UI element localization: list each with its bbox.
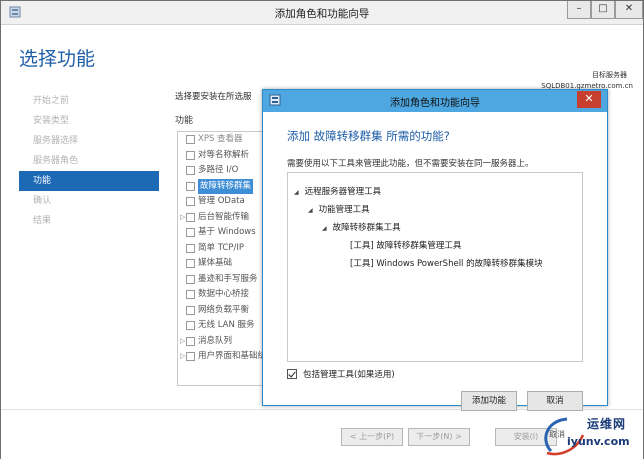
tree-leaf[interactable]: [工具] 故障转移群集管理工具 bbox=[350, 239, 461, 251]
feature-checkbox[interactable] bbox=[186, 321, 195, 330]
add-features-button[interactable]: 添加功能 bbox=[461, 391, 517, 411]
feature-checkbox[interactable] bbox=[186, 197, 195, 206]
nav-item[interactable]: 确认 bbox=[19, 191, 159, 211]
feature-checkbox[interactable] bbox=[186, 181, 195, 191]
feature-label: 数据中心桥接 bbox=[198, 289, 250, 299]
collapse-triangle-icon[interactable]: ◢ bbox=[322, 225, 327, 232]
feature-label: 管理 OData bbox=[198, 196, 245, 206]
expand-arrow-icon[interactable]: ▷ bbox=[180, 349, 185, 365]
nav-item[interactable]: 服务器角色 bbox=[19, 151, 159, 171]
dialog-heading: 添加 故障转移群集 所需的功能? bbox=[287, 129, 450, 143]
nav-item[interactable]: 结果 bbox=[19, 211, 159, 231]
feature-row[interactable]: ▷ 后台智能传输 bbox=[178, 210, 268, 226]
feature-label: 故障转移群集 bbox=[198, 178, 254, 194]
feature-row[interactable]: ▷ 用户界面和基础结构 bbox=[178, 349, 268, 365]
watermark-bottom-text: iyunv.com bbox=[567, 435, 630, 448]
feature-checkbox[interactable] bbox=[186, 135, 195, 144]
feature-label: 媒体基础 bbox=[198, 258, 233, 268]
minimize-button[interactable]: – bbox=[567, 1, 591, 19]
feature-row[interactable]: 网络负载平衡 bbox=[178, 303, 268, 319]
nav-item[interactable]: 服务器选择 bbox=[19, 131, 159, 151]
feature-row[interactable]: 墨迹和手写服务 bbox=[178, 272, 268, 288]
feature-row[interactable]: 简单 TCP/IP bbox=[178, 241, 268, 257]
feature-checkbox[interactable] bbox=[186, 166, 195, 175]
feature-label: XPS 查看器 bbox=[198, 134, 243, 144]
previous-button[interactable]: < 上一步(P) bbox=[341, 428, 403, 446]
feature-checkbox[interactable] bbox=[186, 212, 195, 222]
include-management-tools-label: 包括管理工具(如果适用) bbox=[303, 370, 395, 380]
page-title: 选择功能 bbox=[19, 48, 96, 70]
nav-item[interactable]: 开始之前 bbox=[19, 91, 159, 111]
feature-checkbox[interactable] bbox=[186, 274, 195, 284]
feature-label: 简单 TCP/IP bbox=[198, 242, 244, 253]
feature-list[interactable]: XPS 查看器 对等名称解析 多路径 I/O 故障转移群集管理 OData ▷ 后台智能传… bbox=[177, 131, 269, 386]
feature-label: 消息队列 bbox=[198, 335, 233, 346]
feature-checkbox[interactable] bbox=[186, 228, 195, 237]
dialog-description: 需要使用以下工具来管理此功能，但不需要安装在同一服务器上。 bbox=[287, 159, 534, 169]
feature-checkbox[interactable] bbox=[186, 305, 195, 315]
feature-label: 后台智能传输 bbox=[198, 211, 250, 222]
feature-label: 用户界面和基础结构 bbox=[198, 351, 269, 361]
feature-label: 对等名称解析 bbox=[198, 149, 250, 160]
dialog-body: 添加 故障转移群集 所需的功能? 需要使用以下工具来管理此功能，但不需要安装在同… bbox=[263, 112, 607, 411]
feature-row[interactable]: 多路径 I/O bbox=[178, 163, 268, 179]
watermark-top-text: 运维网 bbox=[587, 417, 627, 431]
tree-node[interactable]: ◢ 远程服务器管理工具 bbox=[294, 185, 381, 197]
wizard-title: 添加角色和功能向导 bbox=[274, 8, 370, 20]
feature-row[interactable]: XPS 查看器 bbox=[178, 132, 268, 148]
checkbox-checked-icon[interactable] bbox=[287, 369, 297, 379]
maximize-button[interactable]: □ bbox=[591, 1, 615, 19]
add-features-dialog: 添加角色和功能向导 ✕ 添加 故障转移群集 所需的功能? 需要使用以下工具来管理… bbox=[262, 89, 608, 411]
content-hint: 选择要安装在所选服 bbox=[175, 92, 252, 102]
feature-row[interactable]: 管理 OData bbox=[178, 194, 268, 210]
destination-server-label: 目标服务器 bbox=[592, 71, 627, 79]
tree-node[interactable]: ◢ 故障转移群集工具 bbox=[322, 221, 401, 233]
dialog-close-button[interactable]: ✕ bbox=[577, 91, 601, 108]
expand-arrow-icon[interactable]: ▷ bbox=[180, 210, 185, 226]
feature-checkbox[interactable] bbox=[186, 150, 195, 160]
feature-label: 墨迹和手写服务 bbox=[198, 273, 258, 284]
feature-row[interactable]: ▷ 消息队列 bbox=[178, 334, 268, 350]
nav-item[interactable]: 功能 bbox=[19, 171, 159, 191]
collapse-triangle-icon[interactable]: ◢ bbox=[294, 189, 299, 196]
feature-label: 多路径 I/O bbox=[198, 165, 239, 175]
collapse-triangle-icon[interactable]: ◢ bbox=[308, 207, 313, 214]
nav-item[interactable]: 安装类型 bbox=[19, 111, 159, 131]
feature-row[interactable]: 媒体基础 bbox=[178, 256, 268, 272]
expand-arrow-icon[interactable]: ▷ bbox=[180, 334, 185, 350]
feature-label: 基于 Windows bbox=[198, 227, 256, 237]
dialog-title: 添加角色和功能向导 bbox=[390, 98, 480, 109]
close-button[interactable]: ✕ bbox=[615, 1, 643, 19]
next-button[interactable]: 下一步(N) > bbox=[408, 428, 470, 446]
feature-label: 无线 LAN 服务 bbox=[198, 320, 255, 330]
wizard-titlebar: 添加角色和功能向导 – □ ✕ bbox=[1, 1, 643, 25]
feature-checkbox[interactable] bbox=[186, 352, 195, 361]
dialog-titlebar: 添加角色和功能向导 ✕ bbox=[263, 90, 607, 112]
required-features-tree[interactable]: ◢ 远程服务器管理工具 ◢ 功能管理工具 ◢ 故障转移群集工具 [工具] 故障转移群集… bbox=[287, 172, 583, 362]
feature-row[interactable]: 无线 LAN 服务 bbox=[178, 318, 268, 334]
include-management-tools-checkbox[interactable]: 包括管理工具(如果适用) bbox=[287, 368, 395, 380]
feature-checkbox[interactable] bbox=[186, 290, 195, 299]
feature-row[interactable]: 基于 Windows bbox=[178, 225, 268, 241]
features-label: 功能 bbox=[175, 116, 194, 126]
wizard-nav: 开始之前 安装类型 服务器选择 服务器角色 功能 确认 结果 bbox=[19, 91, 159, 231]
feature-checkbox[interactable] bbox=[186, 243, 195, 253]
feature-checkbox[interactable] bbox=[186, 336, 195, 346]
feature-label: 网络负载平衡 bbox=[198, 304, 250, 315]
dialog-cancel-button[interactable]: 取消 bbox=[527, 391, 583, 411]
tree-leaf[interactable]: [工具] Windows PowerShell 的故障转移群集模块 bbox=[350, 257, 543, 269]
feature-checkbox[interactable] bbox=[186, 259, 195, 268]
feature-row[interactable]: 故障转移群集 bbox=[178, 178, 268, 194]
tree-node[interactable]: ◢ 功能管理工具 bbox=[308, 203, 370, 215]
feature-row[interactable]: 对等名称解析 bbox=[178, 148, 268, 164]
feature-row[interactable]: 数据中心桥接 bbox=[178, 287, 268, 303]
cancel-button[interactable]: 取消 bbox=[549, 429, 565, 440]
wizard-header: 选择功能 目标服务器 SQLDB01.gzmetro.com.cn bbox=[1, 26, 643, 90]
